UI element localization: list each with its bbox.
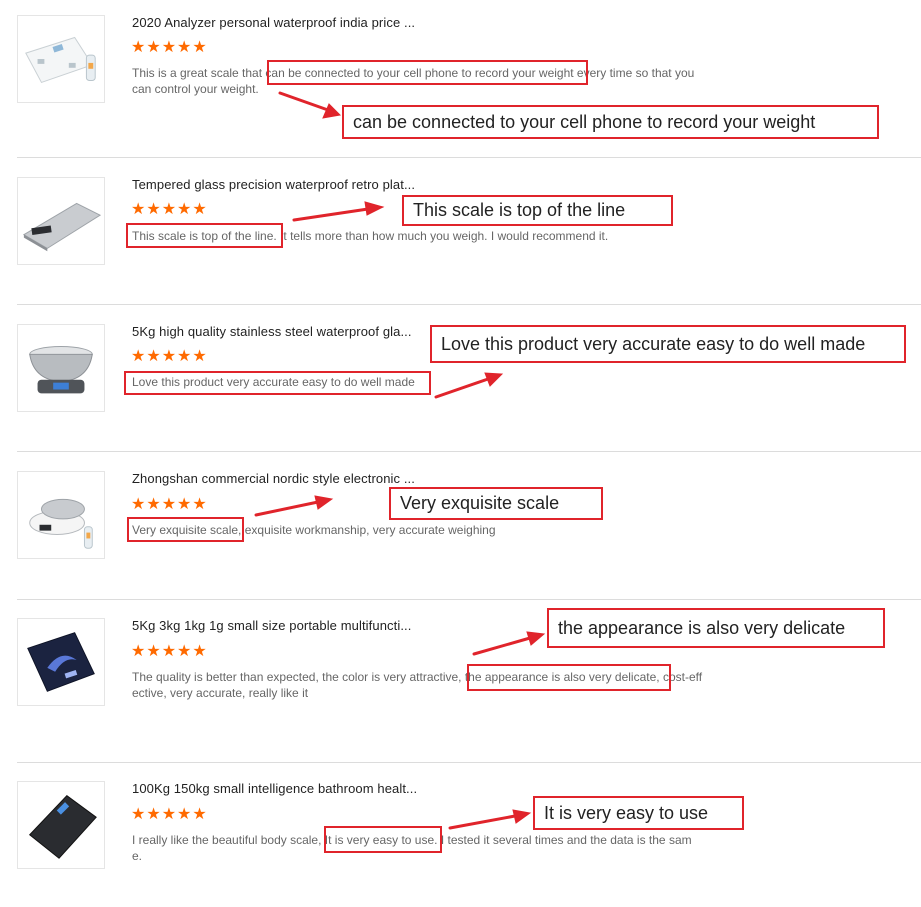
star-rating: ★★★★★ — [131, 201, 208, 218]
review-divider — [17, 304, 921, 305]
product-title[interactable]: Tempered glass precision waterproof retr… — [132, 177, 415, 192]
product-title[interactable]: 2020 Analyzer personal waterproof india … — [132, 15, 415, 30]
portable-kitchen-scale-icon — [27, 632, 95, 692]
callout-box: This scale is top of the line — [402, 195, 673, 226]
star-rating: ★★★★★ — [131, 806, 208, 823]
text-highlight-box — [126, 223, 283, 248]
callout-box: can be connected to your cell phone to r… — [342, 105, 879, 139]
product-image[interactable] — [17, 471, 105, 559]
review-divider — [17, 762, 921, 763]
text-highlight-box — [124, 371, 431, 395]
text-highlight-box — [267, 60, 588, 85]
callout-box: It is very easy to use — [533, 796, 744, 830]
callout-text: This scale is top of the line — [413, 200, 626, 220]
star-rating: ★★★★★ — [131, 643, 208, 660]
callout-text: Very exquisite scale — [400, 493, 560, 513]
text-highlight-box — [127, 517, 244, 542]
arrow-icon — [292, 201, 385, 222]
product-image[interactable] — [17, 15, 105, 103]
product-title[interactable]: 100Kg 150kg small intelligence bathroom … — [132, 781, 417, 796]
product-title[interactable]: 5Kg high quality stainless steel waterpr… — [132, 324, 412, 339]
product-image[interactable] — [17, 324, 105, 412]
callout-text: Love this product very accurate easy to … — [441, 333, 866, 354]
round-kitchen-scale-icon — [29, 498, 93, 549]
callout-text: can be connected to your cell phone to r… — [353, 111, 816, 132]
product-title[interactable]: Zhongshan commercial nordic style electr… — [132, 471, 415, 486]
body-fat-scale-icon — [25, 36, 96, 84]
product-title[interactable]: 5Kg 3kg 1kg 1g small size portable multi… — [132, 618, 411, 633]
callout-text: the appearance is also very delicate — [558, 617, 846, 638]
product-image[interactable] — [17, 177, 105, 265]
glass-platform-scale-icon — [22, 202, 102, 252]
text-highlight-box — [324, 826, 442, 853]
bowl-kitchen-scale-icon — [29, 346, 93, 394]
callout-box: Love this product very accurate easy to … — [430, 325, 906, 363]
callout-text: It is very easy to use — [544, 802, 709, 823]
arrow-icon — [472, 631, 546, 656]
product-image[interactable] — [17, 781, 105, 869]
arrow-icon — [448, 809, 532, 830]
review-divider — [17, 157, 921, 158]
star-rating: ★★★★★ — [131, 348, 208, 365]
callout-box: the appearance is also very delicate — [547, 608, 885, 648]
callout-box: Very exquisite scale — [389, 487, 603, 520]
review-divider — [17, 451, 921, 452]
product-image[interactable] — [17, 618, 105, 706]
star-rating: ★★★★★ — [131, 496, 208, 513]
arrow-icon — [254, 495, 334, 517]
bathroom-scale-icon — [29, 795, 97, 859]
star-rating: ★★★★★ — [131, 39, 208, 56]
text-highlight-box — [467, 664, 671, 691]
review-divider — [17, 599, 921, 600]
